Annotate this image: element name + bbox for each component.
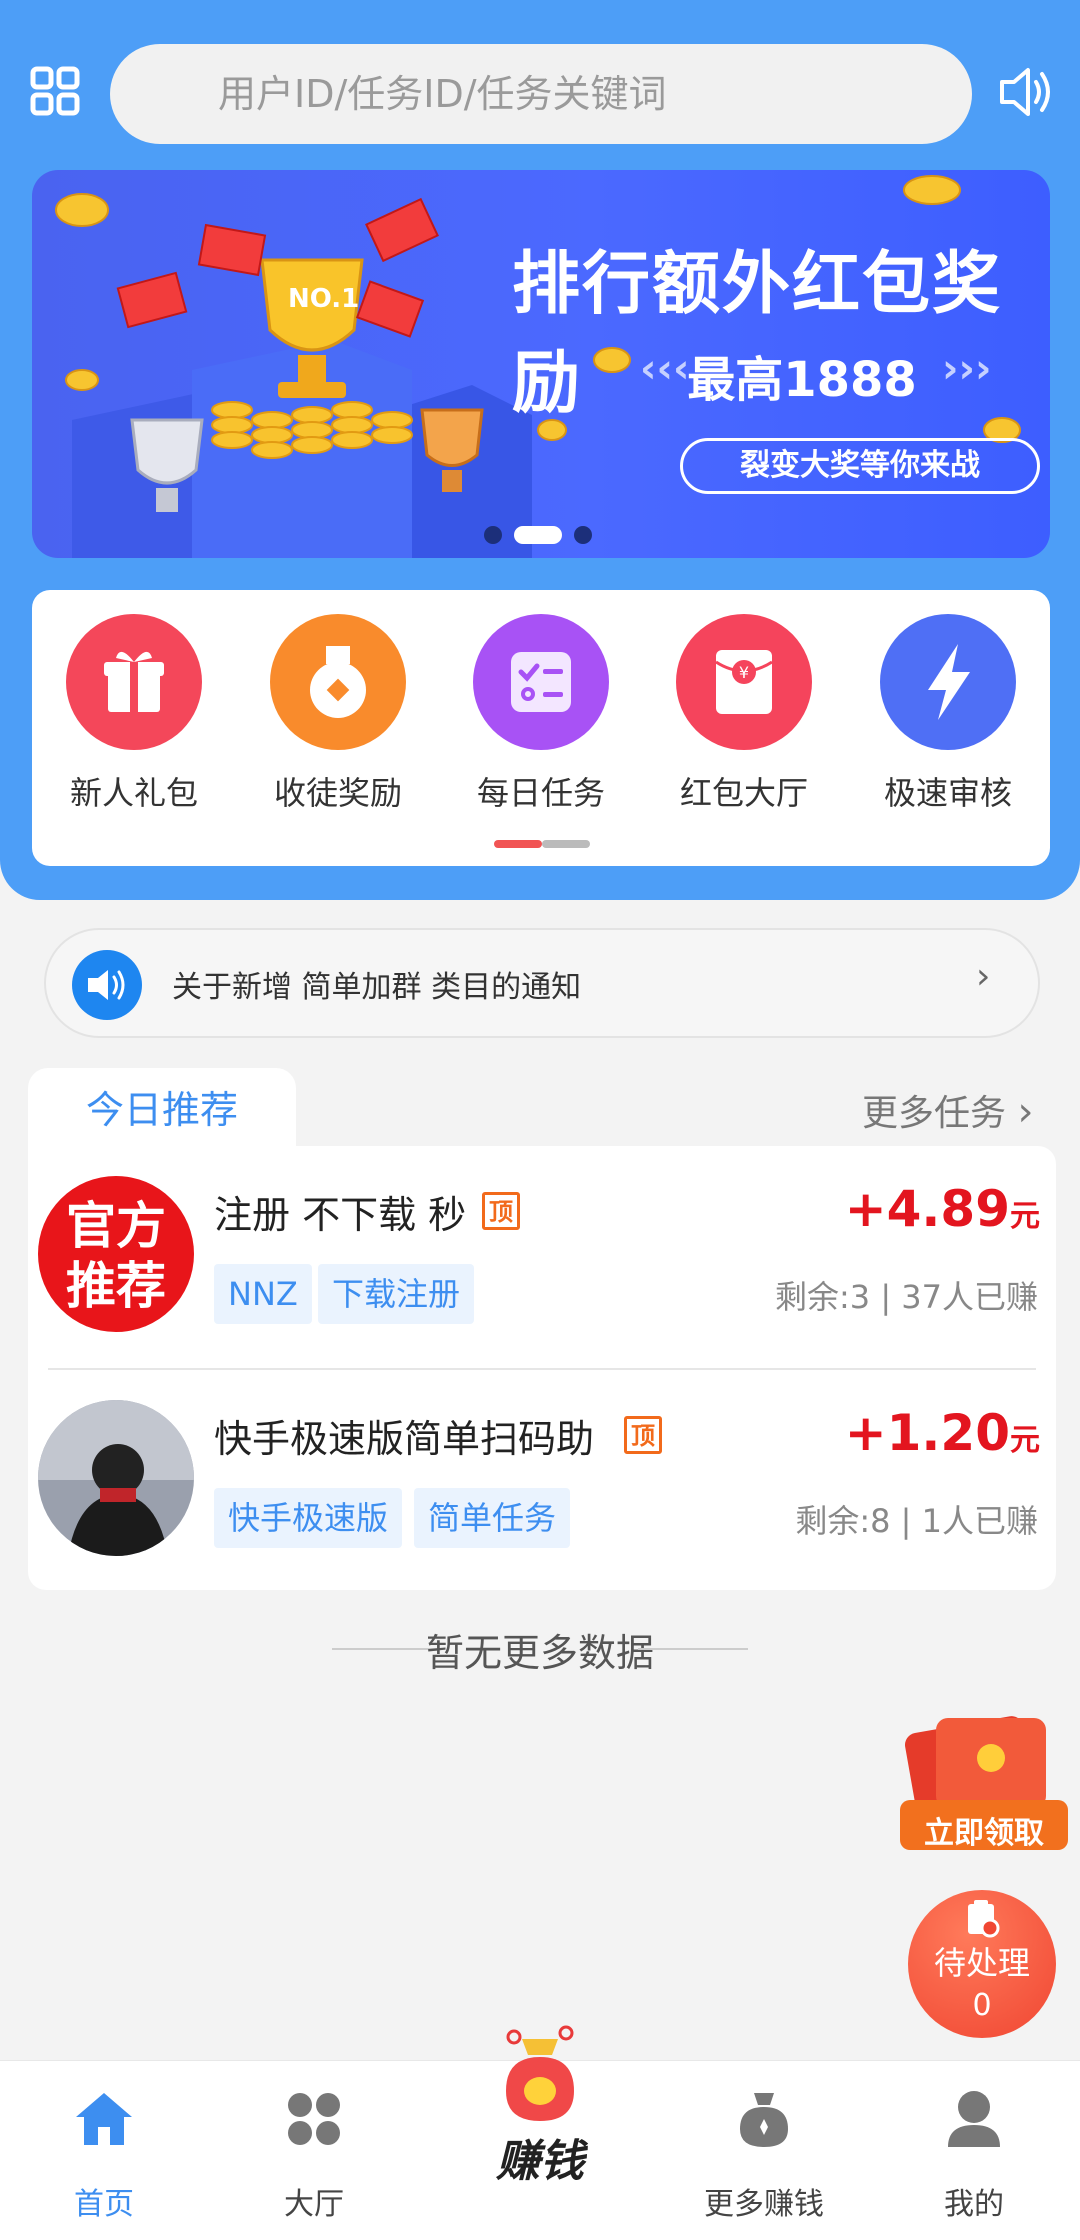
quick-menu: 新人礼包 收徒奖励 每日任务 ¥ 红包大厅 极速审核 — [32, 590, 1050, 866]
menu-label: 每日任务 — [476, 774, 605, 812]
menu-label: 收徒奖励 — [273, 774, 402, 812]
red-packet-icon: ¥ — [676, 614, 812, 750]
task-title: 注册 不下载 秒 — [214, 1193, 467, 1237]
task-title: 快手极速版简单扫码助 — [214, 1417, 595, 1461]
menu-item-newcomer-gift[interactable]: 新人礼包 — [54, 614, 214, 824]
task-reward: +4.89元 — [844, 1180, 1040, 1238]
search-input[interactable] — [110, 44, 972, 144]
pinned-badge: 顶 — [482, 1192, 520, 1230]
menu-item-apprentice-reward[interactable]: 收徒奖励 — [258, 614, 418, 824]
chevron-right-icon: › — [976, 956, 991, 997]
task-tag: NNZ — [214, 1264, 312, 1324]
notice-bar[interactable]: 关于新增 简单加群 类目的通知 › — [44, 928, 1040, 1038]
nav-label: 大厅 — [284, 2187, 344, 2222]
claim-label: 立即领取 — [924, 1816, 1044, 1851]
task-tag: 简单任务 — [414, 1488, 571, 1548]
coin-bag-icon — [740, 2093, 788, 2147]
official-recommend-avatar: 官方 推荐 — [38, 1176, 194, 1332]
task-meta: 剩余:3 | 37人已赚 — [775, 1278, 1038, 1316]
grid-icon — [288, 2093, 340, 2145]
earn-label: 赚钱 — [496, 2136, 584, 2187]
speaker-icon[interactable] — [996, 64, 1056, 120]
task-tag: 下载注册 — [318, 1264, 475, 1324]
task-meta: 剩余:8 | 1人已赚 — [795, 1502, 1038, 1540]
avatar-text-line2: 推荐 — [66, 1257, 166, 1315]
task-row[interactable]: 快手极速版简单扫码助 顶 快手极速版 简单任务 +1.20元 剩余:8 | 1人… — [28, 1370, 1056, 1580]
user-avatar — [38, 1400, 194, 1556]
svg-text:¥: ¥ — [739, 663, 749, 682]
carousel-dot-active[interactable] — [514, 526, 562, 544]
money-bag-icon — [506, 2025, 574, 2121]
task-row[interactable]: 官方 推荐 注册 不下载 秒 顶 NNZ 下载注册 +4.89元 剩余:3 | … — [28, 1146, 1056, 1356]
banner-subtitle: 最高1888 — [687, 352, 917, 408]
nav-earn[interactable]: 赚钱 — [460, 2021, 620, 2211]
divider — [638, 1648, 748, 1650]
search-bar[interactable] — [110, 44, 972, 144]
nav-mine[interactable]: 我的 — [894, 2081, 1054, 2231]
nav-hall[interactable]: 大厅 — [234, 2081, 394, 2231]
task-reward: +1.20元 — [844, 1404, 1040, 1462]
more-tasks-link[interactable]: 更多任务 › — [862, 1084, 1033, 1136]
menu-item-fast-review[interactable]: 极速审核 — [868, 614, 1028, 824]
trophy-label: NO.1 — [288, 284, 360, 314]
category-grid-icon[interactable] — [30, 66, 80, 116]
gift-icon — [66, 614, 202, 750]
pinned-badge: 顶 — [624, 1416, 662, 1454]
no-more-data-text: 暂无更多数据 — [425, 1631, 654, 1675]
menu-label: 极速审核 — [883, 774, 1012, 812]
tab-label: 今日推荐 — [85, 1088, 238, 1132]
clipboard-clock-icon — [968, 1900, 1000, 1938]
medal-icon — [270, 614, 406, 750]
chevrons-right-icon: ››› — [942, 346, 992, 392]
avatar-text-line1: 官方 — [66, 1197, 166, 1255]
task-list: 官方 推荐 注册 不下载 秒 顶 NNZ 下载注册 +4.89元 剩余:3 | … — [28, 1146, 1056, 1590]
user-icon — [948, 2091, 1000, 2147]
promo-banner[interactable]: NO.1 排行额外红包奖励 ‹‹‹ 最高1888 ››› 裂变大奖等你来战 — [32, 170, 1050, 558]
nav-label: 更多赚钱 — [704, 2187, 824, 2222]
nav-label: 首页 — [74, 2187, 134, 2222]
nav-more-earn[interactable]: 更多赚钱 — [684, 2081, 844, 2231]
pending-label: 待处理 — [933, 1944, 1030, 1982]
notice-text: 关于新增 简单加群 类目的通知 — [172, 970, 582, 1005]
pending-button[interactable]: 待处理 0 — [908, 1890, 1056, 2038]
claim-red-packet-button[interactable]: 立即领取 — [896, 1708, 1072, 1858]
pending-count: 0 — [972, 1988, 992, 2023]
checklist-icon — [473, 614, 609, 750]
carousel-dots — [484, 526, 624, 546]
menu-label: 红包大厅 — [679, 774, 808, 812]
menu-item-red-packet-hall[interactable]: ¥ 红包大厅 — [664, 614, 824, 824]
menu-label: 新人礼包 — [69, 774, 198, 812]
carousel-dot[interactable] — [484, 526, 502, 544]
more-tasks-label: 更多任务 — [862, 1093, 1007, 1134]
bottom-nav: 首页 大厅 赚钱 更多赚钱 我的 — [0, 2025, 1080, 2240]
home-icon — [76, 2093, 132, 2145]
carousel-dot[interactable] — [574, 526, 592, 544]
menu-item-daily-tasks[interactable]: 每日任务 — [461, 614, 621, 824]
megaphone-icon — [72, 950, 142, 1020]
lightning-icon — [880, 614, 1016, 750]
chevron-right-icon: › — [1017, 1089, 1034, 1135]
banner-pill: 裂变大奖等你来战 — [680, 438, 1040, 494]
nav-label: 我的 — [944, 2187, 1004, 2222]
task-tag: 快手极速版 — [214, 1488, 403, 1548]
nav-home[interactable]: 首页 — [24, 2081, 184, 2231]
menu-page-indicator — [494, 840, 590, 848]
